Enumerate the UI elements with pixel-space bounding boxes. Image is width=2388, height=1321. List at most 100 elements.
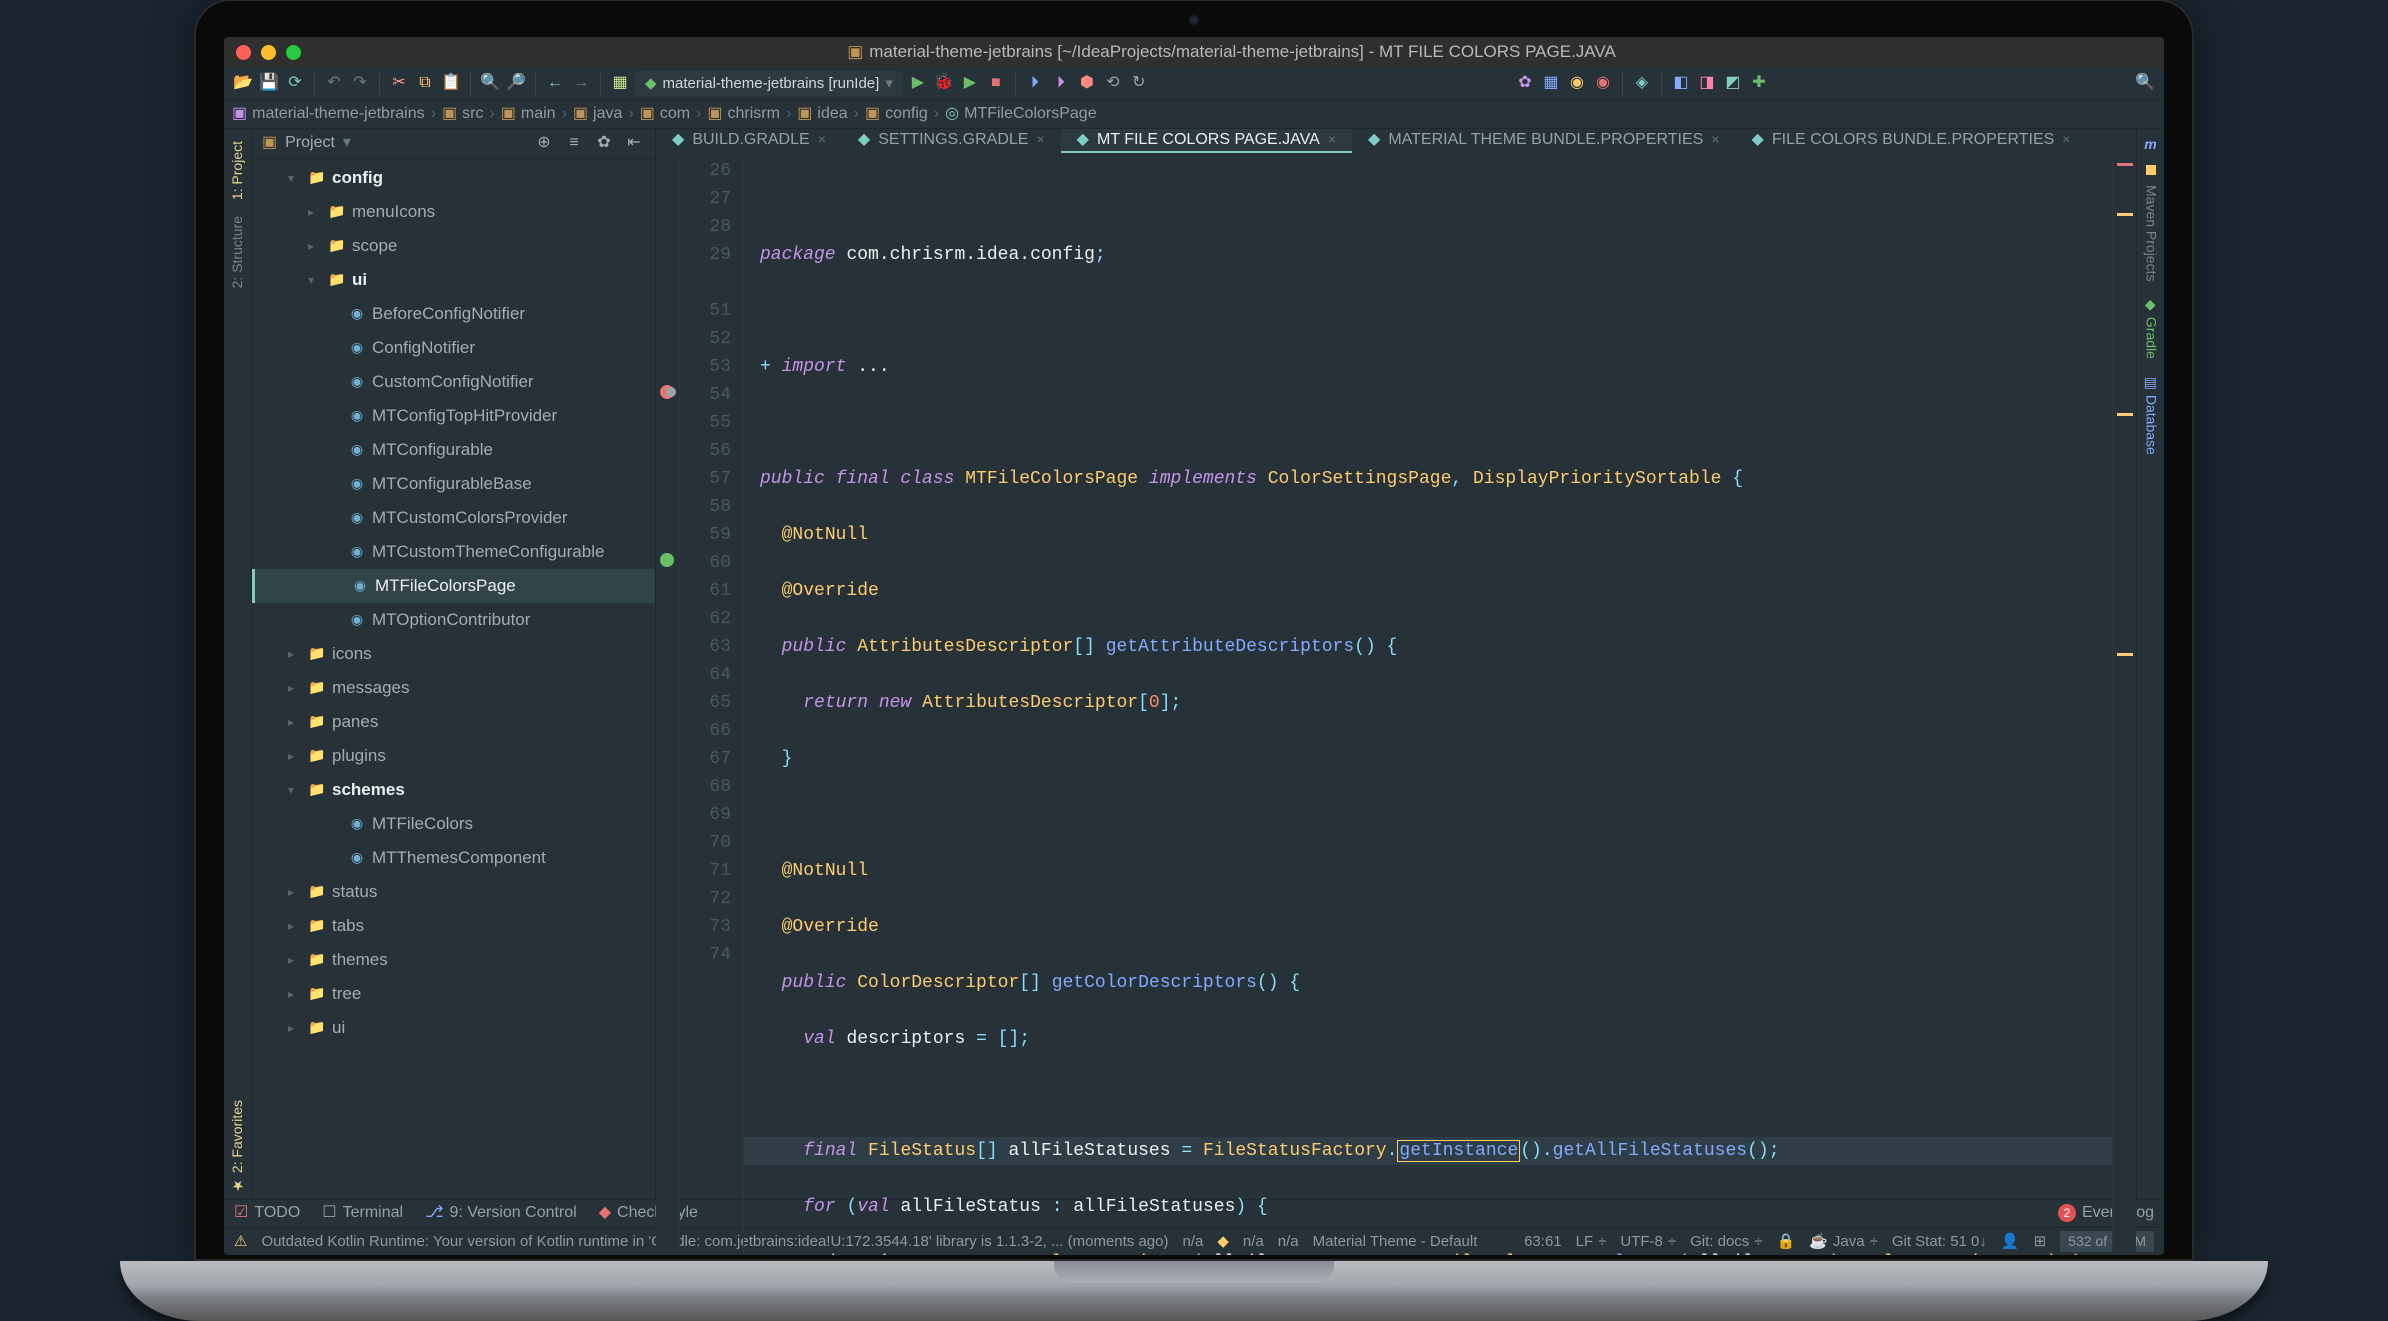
- tree-class-item[interactable]: ◉MTCustomColorsProvider: [252, 501, 655, 535]
- breadcrumb-item[interactable]: ▣java: [573, 103, 622, 125]
- attach-icon[interactable]: ⏵: [1050, 73, 1072, 95]
- code-content[interactable]: package com.chrisrm.idea.config; + impor…: [744, 153, 2112, 1255]
- close-tab-icon[interactable]: ×: [2062, 130, 2070, 150]
- editor-tab[interactable]: ◆FILE COLORS BUNDLE.PROPERTIES×: [1736, 129, 2087, 153]
- minimize-window-button[interactable]: [261, 45, 276, 60]
- jfr-icon[interactable]: ⬢: [1076, 73, 1098, 95]
- tree-folder-item[interactable]: ▸📁plugins: [252, 739, 655, 773]
- tree-folder-item[interactable]: ▸📁icons: [252, 637, 655, 671]
- breadcrumb-item[interactable]: ▣material-theme-jetbrains: [232, 103, 425, 125]
- favorites-tool-tab[interactable]: ★ 2: Favorites: [226, 1094, 250, 1199]
- tree-folder-item[interactable]: ▾📁config: [252, 161, 655, 195]
- badge-icon[interactable]: ◈: [1631, 73, 1653, 95]
- redo-icon[interactable]: ↷: [349, 73, 371, 95]
- theme-icon[interactable]: ▦: [1540, 73, 1562, 95]
- tree-folder-item[interactable]: ▸📁themes: [252, 943, 655, 977]
- tree-folder-item[interactable]: ▾📁ui: [252, 263, 655, 297]
- structure-tool-tab[interactable]: 2: Structure: [226, 210, 250, 294]
- tree-arrow-icon[interactable]: ▾: [308, 272, 322, 289]
- tree-arrow-icon[interactable]: ▸: [288, 646, 302, 663]
- copy-icon[interactable]: ⧉: [414, 73, 436, 95]
- breadcrumb-item[interactable]: ▣config: [865, 103, 928, 125]
- breadcrumb-item[interactable]: ▣main: [501, 103, 556, 125]
- undo-icon[interactable]: ↶: [323, 73, 345, 95]
- tree-arrow-icon[interactable]: ▸: [288, 1020, 302, 1037]
- paste-icon[interactable]: 📋: [440, 73, 462, 95]
- tree-arrow-icon[interactable]: ▸: [288, 748, 302, 765]
- gradle-tool-tab[interactable]: ◆ Gradle: [2139, 291, 2163, 365]
- tree-arrow-icon[interactable]: ▸: [288, 918, 302, 935]
- close-window-button[interactable]: [236, 45, 251, 60]
- tree-arrow-icon[interactable]: ▾: [288, 170, 302, 187]
- tree-folder-item[interactable]: ▾📁schemes: [252, 773, 655, 807]
- tree-arrow-icon[interactable]: ▸: [288, 714, 302, 731]
- project-tool-tab[interactable]: 1: Project: [226, 135, 250, 206]
- history-icon[interactable]: ↻: [1128, 73, 1150, 95]
- chevron-down-icon[interactable]: ▾: [343, 132, 351, 154]
- tree-arrow-icon[interactable]: ▸: [308, 238, 322, 255]
- breadcrumb-item[interactable]: ◎MTFileColorsPage: [945, 103, 1096, 125]
- terminal-tab[interactable]: ☐Terminal: [322, 1202, 403, 1224]
- tree-class-item[interactable]: ◉ConfigNotifier: [252, 331, 655, 365]
- debug-icon[interactable]: 🐞: [933, 73, 955, 95]
- tree-arrow-icon[interactable]: ▸: [288, 986, 302, 1003]
- find-icon[interactable]: 🔍: [479, 73, 501, 95]
- struct1-icon[interactable]: ◧: [1670, 73, 1692, 95]
- tree-arrow-icon[interactable]: ▸: [288, 952, 302, 969]
- reload-icon[interactable]: ⟲: [1102, 73, 1124, 95]
- collapse-icon[interactable]: ≡: [563, 133, 585, 155]
- todo-tab[interactable]: ☑TODO: [234, 1202, 300, 1224]
- editor-tab[interactable]: ◆MT FILE COLORS PAGE.JAVA×: [1061, 129, 1352, 153]
- tree-class-item[interactable]: ◉MTOptionContributor: [252, 603, 655, 637]
- tree-folder-item[interactable]: ▸📁messages: [252, 671, 655, 705]
- tree-folder-item[interactable]: ▸📁menuIcons: [252, 195, 655, 229]
- close-tab-icon[interactable]: ×: [1711, 130, 1719, 150]
- tree-class-item[interactable]: ◉MTConfigurable: [252, 433, 655, 467]
- editor[interactable]: 2627282951525354555657585960616263646566…: [656, 153, 2136, 1255]
- close-tab-icon[interactable]: ×: [1328, 130, 1336, 150]
- contrast-icon[interactable]: ◉: [1592, 73, 1614, 95]
- cut-icon[interactable]: ✂: [388, 73, 410, 95]
- build-icon[interactable]: ▦: [609, 73, 631, 95]
- breadcrumb-item[interactable]: ▣chrisrm: [707, 103, 780, 125]
- accent-icon[interactable]: ◉: [1566, 73, 1588, 95]
- editor-tab[interactable]: ◆BUILD.GRADLE×: [656, 129, 842, 153]
- editor-tab[interactable]: ◆MATERIAL THEME BUNDLE.PROPERTIES×: [1352, 129, 1736, 153]
- database-tool-tab[interactable]: ▤ Database: [2139, 369, 2163, 461]
- maven-tool-tab[interactable]: Maven Projects: [2139, 179, 2163, 287]
- stop-icon[interactable]: ■: [985, 73, 1007, 95]
- replace-icon[interactable]: 🔎: [505, 73, 527, 95]
- tree-folder-item[interactable]: ▸📁scope: [252, 229, 655, 263]
- tree-folder-item[interactable]: ▸📁status: [252, 875, 655, 909]
- gear-icon[interactable]: ✿: [1514, 73, 1536, 95]
- close-tab-icon[interactable]: ×: [818, 130, 826, 150]
- back-icon[interactable]: ←: [544, 73, 566, 95]
- close-tab-icon[interactable]: ×: [1036, 130, 1044, 150]
- target-icon[interactable]: ⊕: [533, 133, 555, 155]
- gear-small-icon[interactable]: ✿: [593, 133, 615, 155]
- tree-class-item[interactable]: ◉CustomConfigNotifier: [252, 365, 655, 399]
- tree-class-item[interactable]: ◉MTThemesComponent: [252, 841, 655, 875]
- breadcrumb-item[interactable]: ▣com: [640, 103, 690, 125]
- tree-class-item[interactable]: ◉MTCustomThemeConfigurable: [252, 535, 655, 569]
- tree-class-item[interactable]: ◉BeforeConfigNotifier: [252, 297, 655, 331]
- tree-class-item[interactable]: ◉MTFileColors: [252, 807, 655, 841]
- project-tree[interactable]: ▾📁config▸📁menuIcons▸📁scope▾📁ui◉BeforeCon…: [252, 159, 655, 1199]
- profile-icon[interactable]: ⏵: [1024, 73, 1046, 95]
- tree-class-item[interactable]: ◉MTFileColorsPage: [252, 569, 655, 603]
- tree-folder-item[interactable]: ▸📁tree: [252, 977, 655, 1011]
- tree-folder-item[interactable]: ▸📁ui: [252, 1011, 655, 1045]
- breadcrumb-item[interactable]: ▣src: [442, 103, 483, 125]
- struct2-icon[interactable]: ◨: [1696, 73, 1718, 95]
- tree-arrow-icon[interactable]: ▾: [288, 782, 302, 799]
- maximize-window-button[interactable]: [286, 45, 301, 60]
- error-stripe[interactable]: [2112, 153, 2136, 1255]
- forward-icon[interactable]: →: [570, 73, 592, 95]
- tree-arrow-icon[interactable]: ▸: [308, 204, 322, 221]
- tree-class-item[interactable]: ◉MTConfigurableBase: [252, 467, 655, 501]
- open-icon[interactable]: 📂: [232, 73, 254, 95]
- plugin-icon[interactable]: ✚: [1748, 73, 1770, 95]
- sync-icon[interactable]: ⟳: [284, 73, 306, 95]
- tree-folder-item[interactable]: ▸📁tabs: [252, 909, 655, 943]
- tree-arrow-icon[interactable]: ▸: [288, 680, 302, 697]
